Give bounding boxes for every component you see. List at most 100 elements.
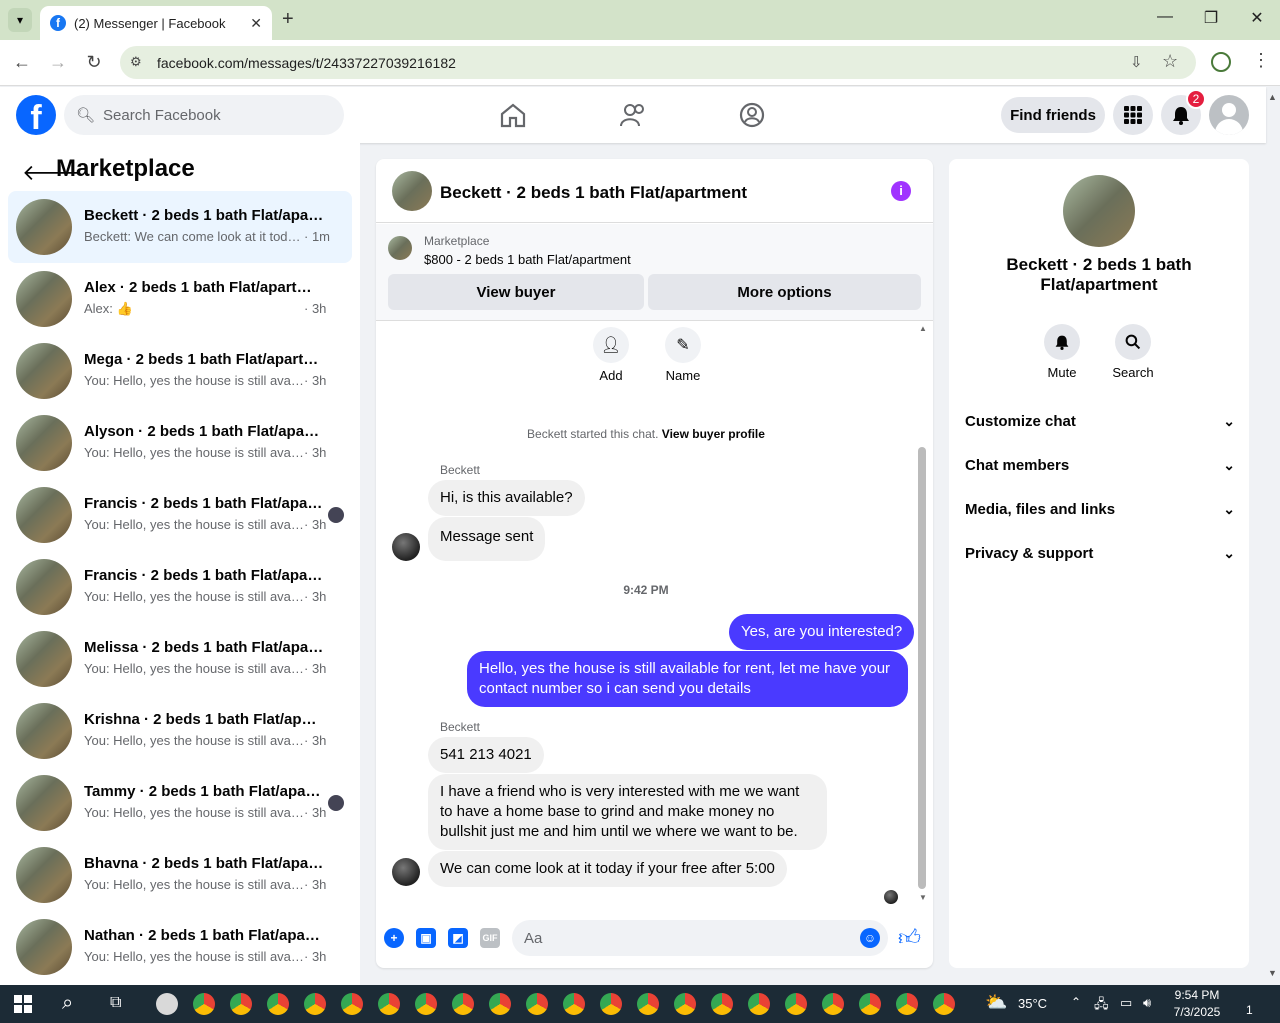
site-settings-icon[interactable]: ⚙ (130, 54, 142, 70)
chrome-app-icon[interactable] (600, 993, 622, 1015)
chrome-app-icon[interactable] (415, 993, 437, 1015)
home-icon[interactable] (499, 102, 527, 128)
weather-icon[interactable]: ⛅ (985, 992, 1007, 1013)
chrome-app-icon[interactable] (193, 993, 215, 1015)
chrome-app-icon[interactable] (785, 993, 807, 1015)
conversation-item[interactable]: Nathan · 2 beds 1 bath Flat/apartment You… (8, 911, 352, 983)
account-avatar[interactable] (1209, 95, 1249, 135)
scroll-down-arrow-icon[interactable]: ▼ (1268, 968, 1277, 978)
search-label[interactable]: Search (1103, 365, 1163, 380)
info-icon[interactable]: i (891, 181, 911, 201)
conversation-item[interactable]: Beckett · 2 beds 1 bath Flat/apartment Be… (8, 191, 352, 263)
install-app-icon[interactable]: ⇩ (1130, 53, 1143, 71)
mute-bell-icon[interactable] (1044, 324, 1080, 360)
chrome-app-icon[interactable] (859, 993, 881, 1015)
message-bubble-incoming[interactable]: Message sent (428, 517, 546, 561)
groups-icon[interactable] (738, 102, 766, 128)
edit-name-icon[interactable]: ✎ (665, 327, 701, 363)
add-person-icon[interactable]: 👤︎ (593, 327, 629, 363)
gif-icon[interactable]: GIF (480, 928, 500, 948)
sender-avatar[interactable] (392, 858, 420, 886)
media-files-links-section[interactable]: Media, files and links ⌄ (965, 501, 1235, 518)
more-options-button[interactable]: More options (648, 274, 921, 310)
browser-tab[interactable]: f (2) Messenger | Facebook ✕ (40, 6, 272, 40)
customize-chat-section[interactable]: Customize chat ⌄ (965, 413, 1235, 430)
chrome-app-icon[interactable] (230, 993, 252, 1015)
chrome-app-icon[interactable] (896, 993, 918, 1015)
new-tab-icon[interactable]: + (282, 8, 294, 31)
profile-icon[interactable] (1211, 52, 1231, 72)
mute-label[interactable]: Mute (1032, 365, 1092, 380)
chat-info-avatar[interactable] (1063, 175, 1135, 247)
chrome-app-icon[interactable] (304, 993, 326, 1015)
view-buyer-profile-link[interactable]: View buyer profile (662, 427, 765, 441)
search-input[interactable]: 🔍︎ Search Facebook (64, 95, 344, 135)
message-bubble-outgoing[interactable]: Yes, are you interested? (729, 614, 915, 650)
chrome-app-icon[interactable] (933, 993, 955, 1015)
sticker-icon[interactable]: ◩ (448, 928, 468, 948)
paint-app-icon[interactable] (156, 993, 178, 1015)
message-input[interactable]: Aa (512, 920, 888, 956)
conversation-item[interactable]: Krishna · 2 beds 1 bath Flat/apartment Yo… (8, 695, 352, 767)
message-bubble-incoming[interactable]: Hi, is this available? (428, 480, 585, 516)
conversation-item[interactable]: Francis · 2 beds 1 bath Flat/apartment Yo… (8, 479, 352, 551)
notification-center-count[interactable]: 1 (1246, 1003, 1253, 1017)
listing-title[interactable]: $800 - 2 beds 1 bath Flat/apartment (424, 252, 631, 267)
windows-start-icon[interactable] (14, 995, 32, 1013)
message-bubble-incoming[interactable]: 541 213 4021 (428, 737, 544, 773)
chat-avatar[interactable] (392, 171, 432, 211)
facebook-logo-icon[interactable]: f (16, 95, 56, 135)
name-label[interactable]: Name (653, 368, 713, 383)
chrome-app-icon[interactable] (563, 993, 585, 1015)
network-icon[interactable]: 🖧︎ (1094, 995, 1109, 1017)
chat-members-section[interactable]: Chat members ⌄ (965, 457, 1235, 474)
menu-kebab-icon[interactable]: ⋮ (1252, 50, 1270, 71)
search-icon[interactable] (1115, 324, 1151, 360)
emoji-icon[interactable]: ☺ (860, 928, 880, 948)
reload-icon[interactable]: ↻ (82, 52, 106, 73)
chrome-app-icon[interactable] (748, 993, 770, 1015)
close-window-icon[interactable]: ✕ (1242, 8, 1272, 28)
forward-icon[interactable]: → (46, 52, 70, 73)
conversation-item[interactable]: Alex · 2 beds 1 bath Flat/apartment Alex:… (8, 263, 352, 335)
restore-icon[interactable]: ❐ (1196, 8, 1226, 28)
chrome-app-icon[interactable] (674, 993, 696, 1015)
conversation-item[interactable]: Mega · 2 beds 1 bath Flat/apartment You: … (8, 335, 352, 407)
chat-title[interactable]: Beckett · 2 beds 1 bath Flat/apartment (440, 183, 747, 203)
sender-avatar[interactable] (392, 533, 420, 561)
temperature[interactable]: 35°C (1018, 996, 1047, 1011)
chrome-app-icon[interactable] (711, 993, 733, 1015)
privacy-support-section[interactable]: Privacy & support ⌄ (965, 545, 1235, 562)
message-bubble-incoming[interactable]: We can come look at it today if your fre… (428, 851, 787, 887)
camera-icon[interactable]: ▭ (1120, 995, 1132, 1011)
tray-chevron-icon[interactable]: ⌃ (1071, 995, 1081, 1009)
listing-thumbnail[interactable] (388, 236, 412, 260)
conversation-item[interactable]: Melissa · 2 beds 1 bath Flat/apartment Yo… (8, 623, 352, 695)
minimize-icon[interactable]: — (1150, 8, 1180, 26)
close-tab-icon[interactable]: ✕ (250, 15, 262, 32)
like-thumb-icon[interactable]: 👍︎ (898, 924, 921, 951)
scroll-down-icon[interactable]: ▼ (919, 893, 927, 902)
message-bubble-incoming[interactable]: I have a friend who is very interested w… (428, 774, 827, 850)
chrome-app-icon[interactable] (822, 993, 844, 1015)
chrome-app-icon[interactable] (489, 993, 511, 1015)
scroll-up-arrow-icon[interactable]: ▲ (1268, 92, 1277, 102)
add-label[interactable]: Add (581, 368, 641, 383)
conversation-item[interactable]: Francis · 2 beds 1 bath Flat/apartment Yo… (8, 551, 352, 623)
conversation-item[interactable]: Alyson · 2 beds 1 bath Flat/apartment You… (8, 407, 352, 479)
friends-icon[interactable] (619, 102, 647, 128)
address-bar[interactable]: facebook.com/messages/t/2433722703921618… (120, 46, 1196, 79)
scroll-up-icon[interactable]: ▲ (919, 324, 927, 333)
chrome-app-icon[interactable] (526, 993, 548, 1015)
find-friends-button[interactable]: Find friends (1001, 97, 1105, 133)
photo-icon[interactable]: ▣ (416, 928, 436, 948)
conversation-item[interactable]: Tammy · 2 beds 1 bath Flat/apartment You:… (8, 767, 352, 839)
tab-search-button[interactable]: ▾ (8, 8, 32, 32)
clock-time[interactable]: 9:54 PM (1172, 988, 1222, 1002)
back-icon[interactable]: ← (10, 52, 34, 73)
chrome-app-icon[interactable] (637, 993, 659, 1015)
taskbar-search-icon[interactable]: ⌕ (62, 992, 73, 1015)
bookmark-star-icon[interactable]: ☆ (1162, 51, 1178, 72)
chrome-app-icon[interactable] (452, 993, 474, 1015)
chrome-app-icon[interactable] (378, 993, 400, 1015)
